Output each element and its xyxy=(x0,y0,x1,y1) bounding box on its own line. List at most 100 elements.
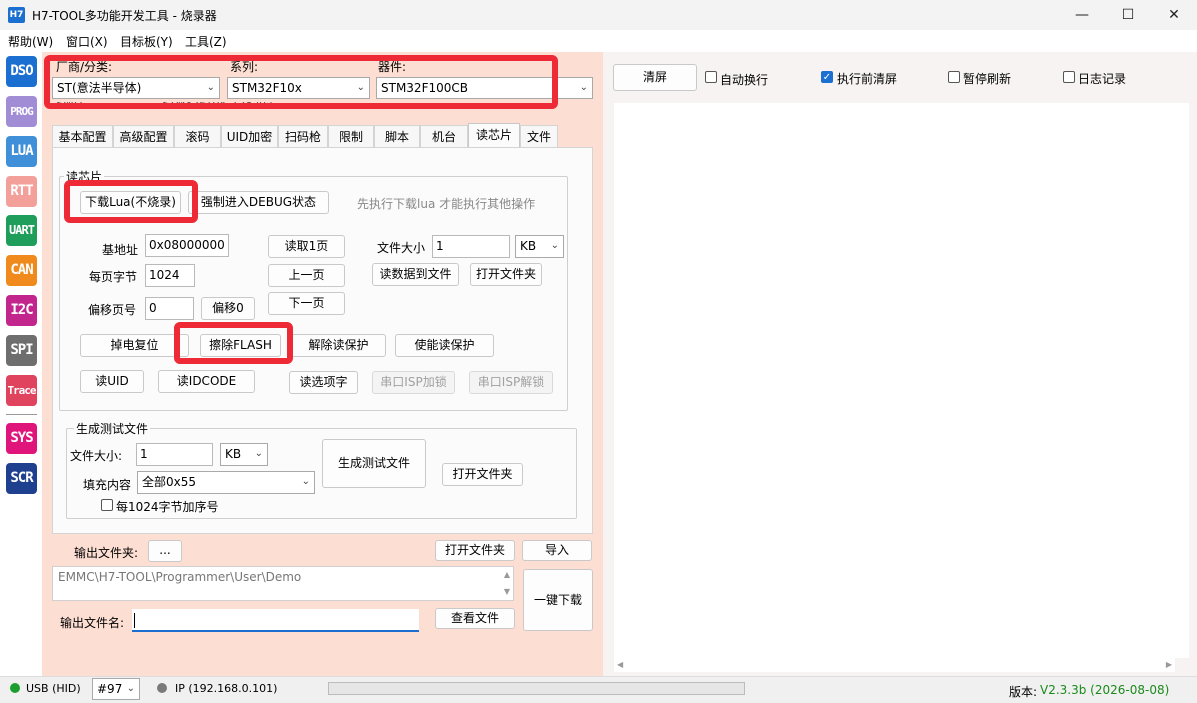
ip-status-text: IP (192.168.0.101) xyxy=(175,682,278,695)
log-horizontal-scrollbar[interactable]: ◀ ▶ xyxy=(614,658,1175,672)
one-key-download-button[interactable]: 一键下载 xyxy=(523,569,593,631)
view-file-button[interactable]: 查看文件 xyxy=(435,608,515,629)
gen-file-size-unit-combo[interactable]: KB ⌄ xyxy=(220,443,268,466)
fill-content-combo[interactable]: 全部0x55 ⌄ xyxy=(137,471,315,494)
prev-page-button[interactable]: 上一页 xyxy=(268,264,345,287)
sidebar-i2c-button[interactable]: I2C xyxy=(6,295,37,326)
menu-help[interactable]: 帮助(W) xyxy=(8,33,53,50)
output-path-box[interactable]: EMMC\H7-TOOL\Programmer\User\Demo ▲ ▼ xyxy=(52,566,514,601)
tab-script[interactable]: 脚本 xyxy=(374,125,420,147)
close-button[interactable]: ✕ xyxy=(1151,0,1197,30)
sidebar-can-button[interactable]: CAN xyxy=(6,255,37,286)
gen-test-file-button[interactable]: 生成测试文件 xyxy=(322,439,426,488)
sidebar-spi-button[interactable]: SPI xyxy=(6,335,37,366)
import-button[interactable]: 导入 xyxy=(522,540,592,561)
menu-window[interactable]: 窗口(X) xyxy=(66,33,108,50)
version-label: 版本: xyxy=(1009,685,1038,699)
pause-refresh-checkbox[interactable] xyxy=(948,71,960,83)
output-open-folder-button[interactable]: 打开文件夹 xyxy=(435,540,515,561)
offset-page-label: 偏移页号 xyxy=(88,303,137,317)
tab-file[interactable]: 文件 xyxy=(520,125,558,147)
sidebar-trace-button[interactable]: Trace xyxy=(6,375,37,406)
output-log-area[interactable] xyxy=(614,103,1175,658)
output-path-text: EMMC\H7-TOOL\Programmer\User\Demo xyxy=(58,570,302,584)
clear-before-checkbox[interactable]: ✓ xyxy=(821,71,833,83)
browse-folder-button[interactable]: ... xyxy=(148,540,182,562)
remove-read-protect-button[interactable]: 解除读保护 xyxy=(291,334,386,357)
gen-file-size-label: 文件大小: xyxy=(70,449,123,463)
device-select-highlight xyxy=(44,55,558,109)
sidebar-dso-button[interactable]: DSO xyxy=(6,56,37,87)
text-caret xyxy=(134,613,135,628)
pause-refresh-label: 暂停刷新 xyxy=(963,72,1012,86)
seq-checkbox[interactable] xyxy=(101,499,113,511)
sidebar-rtt-button[interactable]: RTT xyxy=(6,176,37,207)
tab-advanced-config[interactable]: 高级配置 xyxy=(113,125,174,147)
menu-bar xyxy=(0,30,1197,52)
file-size-input[interactable]: 1 xyxy=(432,235,510,258)
read-idcode-button[interactable]: 读IDCODE xyxy=(158,370,255,393)
page-bytes-label: 每页字节 xyxy=(89,270,138,284)
progress-bar xyxy=(328,682,745,695)
enable-read-protect-button[interactable]: 使能读保护 xyxy=(395,334,494,357)
chevron-down-icon: ⌄ xyxy=(254,448,263,459)
offset0-button[interactable]: 偏移0 xyxy=(201,297,255,320)
scroll-right-icon[interactable]: ▶ xyxy=(1166,660,1172,669)
read-page-button[interactable]: 读取1页 xyxy=(268,235,345,258)
read-uid-button[interactable]: 读UID xyxy=(80,370,144,393)
output-filename-input[interactable] xyxy=(132,609,419,632)
clear-before-label: 执行前清屏 xyxy=(837,72,898,86)
file-size-label: 文件大小 xyxy=(377,241,426,255)
log-record-label: 日志记录 xyxy=(1078,72,1127,86)
version-value: V2.3.3b (2026-08-08) xyxy=(1040,683,1170,697)
app-logo-icon: H7 xyxy=(8,7,25,23)
gen-open-folder-button[interactable]: 打开文件夹 xyxy=(442,463,523,486)
usb-status-text: USB (HID) xyxy=(26,682,81,695)
usb-status-dot-icon xyxy=(10,683,20,693)
menu-tools[interactable]: 工具(Z) xyxy=(185,33,227,50)
sidebar-lua-button[interactable]: LUA xyxy=(6,136,37,167)
tab-scanner[interactable]: 扫码枪 xyxy=(278,125,328,147)
base-addr-label: 基地址 xyxy=(102,243,139,257)
force-debug-button[interactable]: 强制进入DEBUG状态 xyxy=(188,191,329,214)
log-vertical-scrollbar[interactable] xyxy=(1175,103,1189,658)
tab-rolling-code[interactable]: 滚码 xyxy=(174,125,221,147)
page-bytes-input[interactable]: 1024 xyxy=(145,264,195,287)
isp-lock-button[interactable]: 串口ISP加锁 xyxy=(372,371,455,394)
sidebar-prog-button[interactable]: PROG xyxy=(6,96,37,127)
menu-target-board[interactable]: 目标板(Y) xyxy=(120,33,173,50)
tab-limit[interactable]: 限制 xyxy=(328,125,374,147)
tab-basic-config[interactable]: 基本配置 xyxy=(52,125,113,147)
scroll-left-icon[interactable]: ◀ xyxy=(617,660,623,669)
erase-flash-highlight xyxy=(174,322,293,364)
clear-screen-button[interactable]: 清屏 xyxy=(613,64,697,91)
read-open-folder-button[interactable]: 打开文件夹 xyxy=(470,263,542,286)
sidebar-uart-button[interactable]: UART xyxy=(6,215,37,246)
maximize-button[interactable]: ☐ xyxy=(1105,0,1151,30)
minimize-button[interactable]: — xyxy=(1059,0,1105,30)
sidebar-sys-button[interactable]: SYS xyxy=(6,423,37,454)
next-page-button[interactable]: 下一页 xyxy=(268,292,345,315)
base-addr-input[interactable]: 0x08000000 xyxy=(145,234,229,257)
isp-unlock-button[interactable]: 串口ISP解锁 xyxy=(469,371,553,394)
output-folder-label: 输出文件夹: xyxy=(74,546,139,560)
scroll-down-icon[interactable]: ▼ xyxy=(504,587,510,596)
log-record-checkbox[interactable] xyxy=(1063,71,1075,83)
power-reset-button[interactable]: 掉电复位 xyxy=(80,334,189,357)
gen-file-size-input[interactable]: 1 xyxy=(136,443,213,466)
tab-read-chip[interactable]: 读芯片 xyxy=(468,123,520,148)
download-lua-highlight xyxy=(64,180,198,223)
fill-content-label: 填充内容 xyxy=(83,478,132,492)
sidebar-scr-button[interactable]: SCR xyxy=(6,463,37,494)
auto-wrap-checkbox[interactable] xyxy=(705,71,717,83)
tab-uid-encrypt[interactable]: UID加密 xyxy=(221,125,278,147)
offset-page-input[interactable]: 0 xyxy=(145,297,194,320)
scroll-up-icon[interactable]: ▲ xyxy=(504,570,510,579)
device-number-combo[interactable]: #97 ⌄ xyxy=(92,678,140,700)
chevron-down-icon: ⌄ xyxy=(301,476,310,487)
read-to-file-button[interactable]: 读数据到文件 xyxy=(372,263,459,286)
tab-machine[interactable]: 机台 xyxy=(420,125,468,147)
ip-status-dot-icon xyxy=(157,683,167,693)
read-option-bytes-button[interactable]: 读选项字 xyxy=(289,371,358,394)
file-size-unit-combo[interactable]: KB ⌄ xyxy=(515,235,564,258)
